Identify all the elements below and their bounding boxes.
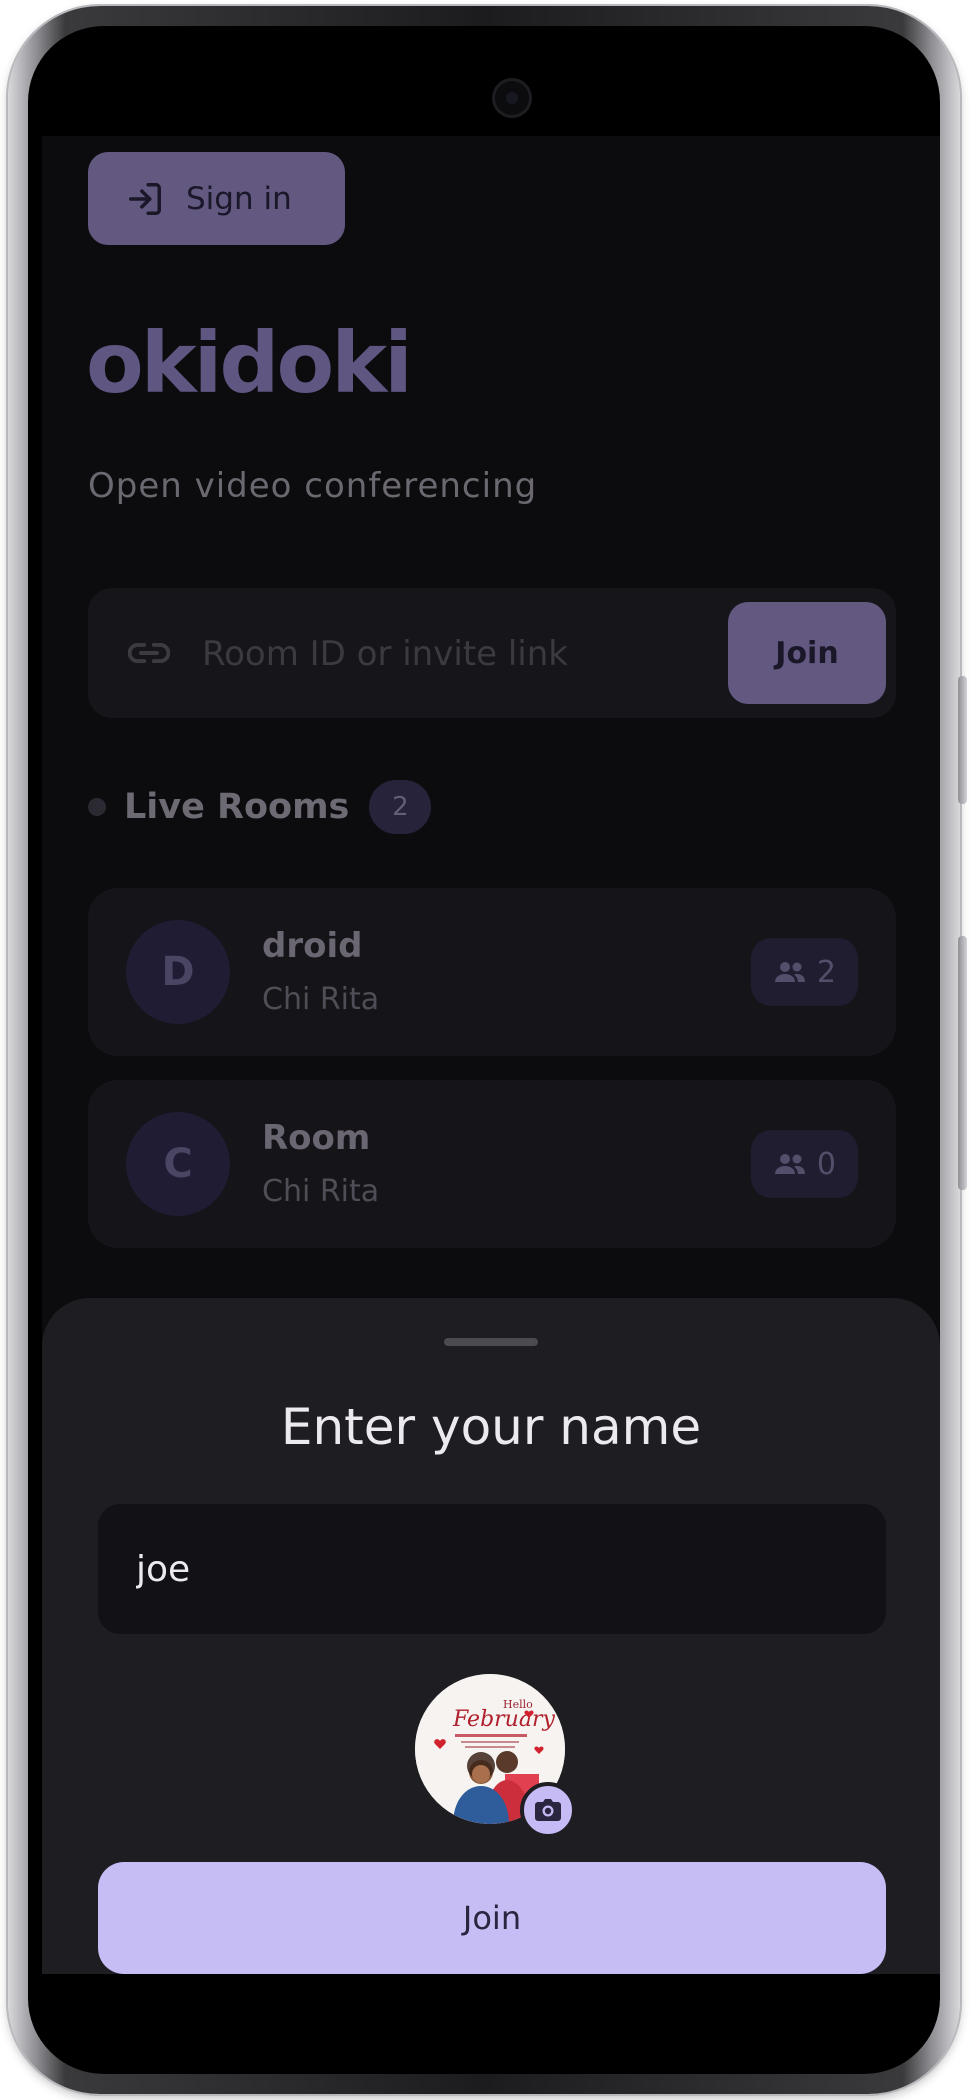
join-room-button[interactable]: Join [728, 602, 886, 704]
change-photo-button[interactable] [520, 1782, 576, 1838]
room-entry-box: Join [88, 588, 896, 718]
sign-in-label: Sign in [186, 180, 292, 217]
login-icon [129, 182, 161, 215]
room-avatar: C [126, 1112, 230, 1216]
people-icon [774, 1154, 805, 1174]
member-count-badge: 2 [750, 938, 858, 1006]
people-icon [774, 962, 805, 982]
display-name-input[interactable] [98, 1504, 886, 1634]
room-owner: Chi Rita [262, 982, 380, 1017]
room-avatar: D [126, 920, 230, 1024]
room-card-room[interactable]: C Room Chi Rita 0 [88, 1080, 896, 1248]
sheet-title: Enter your name [280, 1398, 702, 1456]
photo-month-text: February [452, 1707, 555, 1732]
live-rooms-title: Live Rooms [124, 787, 350, 827]
room-card-droid[interactable]: D droid Chi Rita 2 [88, 888, 896, 1056]
front-camera [492, 78, 532, 118]
member-count-badge: 0 [750, 1130, 858, 1198]
enter-name-sheet: Enter your name Hello February [42, 1298, 940, 1974]
live-indicator-dot [88, 798, 106, 816]
member-count: 0 [816, 1146, 836, 1182]
side-button-lower [958, 936, 967, 1190]
app-screen: Sign in okidoki Open video conferencing … [42, 136, 940, 1974]
room-owner: Chi Rita [262, 1174, 380, 1209]
phone-frame: Sign in okidoki Open video conferencing … [8, 6, 967, 2094]
camera-icon [535, 1799, 561, 1821]
room-name: Room [262, 1118, 371, 1158]
room-name: droid [262, 926, 363, 966]
sheet-drag-handle[interactable] [444, 1338, 538, 1346]
live-rooms-header: Live Rooms 2 [88, 780, 432, 834]
live-rooms-count-badge: 2 [369, 780, 432, 834]
app-tagline: Open video conferencing [88, 466, 538, 506]
app-logo-text: okidoki [86, 314, 413, 412]
side-button-upper [958, 676, 967, 804]
sign-in-button[interactable]: Sign in [88, 152, 345, 245]
phone-bezel: Sign in okidoki Open video conferencing … [28, 26, 940, 2074]
member-count: 2 [816, 954, 836, 990]
join-button[interactable]: Join [98, 1862, 886, 1974]
room-id-input[interactable] [200, 620, 704, 688]
link-icon [128, 642, 170, 664]
